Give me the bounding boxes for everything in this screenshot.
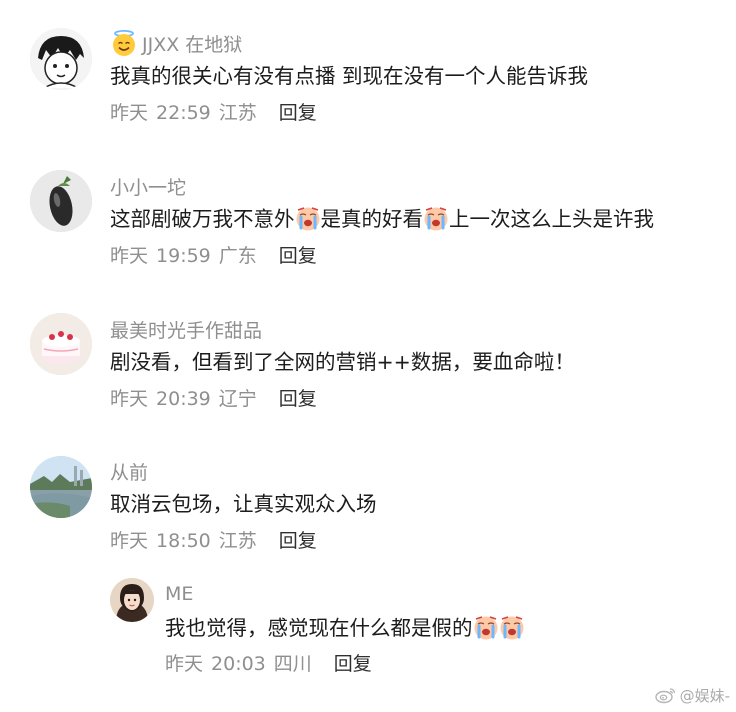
comment-time: 20:39	[156, 388, 211, 410]
loudly-crying-face-icon	[499, 615, 525, 641]
comment-meta: 昨天 20:03 四川 回复	[165, 650, 372, 678]
username[interactable]: ME	[165, 583, 193, 605]
avatar[interactable]	[110, 578, 154, 622]
username[interactable]: JJXX 在地狱	[142, 30, 242, 57]
smiling-face-with-halo-icon	[110, 29, 138, 57]
username-row: 小小一坨	[110, 172, 186, 200]
comment-meta: 昨天 19:59 广东 回复	[110, 242, 317, 270]
comment-date: 昨天	[110, 388, 149, 410]
loudly-crying-face-icon	[295, 206, 321, 232]
reply-button[interactable]: 回复	[334, 650, 372, 678]
comment-time: 19:59	[156, 245, 211, 267]
comment-date: 昨天	[110, 530, 149, 552]
comment-text-part: 我也觉得，感觉现在什么都是假的	[165, 616, 473, 640]
username[interactable]: 从前	[110, 458, 148, 485]
comment-meta: 昨天 22:59 江苏 回复	[110, 99, 317, 127]
watermark: @娱妹-	[654, 682, 730, 708]
comment-meta: 昨天 20:39 辽宁 回复	[110, 385, 317, 413]
avatar[interactable]	[30, 456, 92, 518]
username[interactable]: 小小一坨	[110, 173, 186, 200]
comment-location: 四川	[273, 653, 312, 675]
comment-text: 我真的很关心有没有点播 到现在没有一个人能告诉我	[110, 64, 589, 88]
comment-time: 18:50	[156, 530, 211, 552]
comment-date: 昨天	[165, 653, 204, 675]
loudly-crying-face-icon	[473, 615, 499, 641]
username-row: ME	[165, 580, 193, 608]
comment-location: 江苏	[218, 530, 257, 552]
comment-location: 广东	[218, 245, 257, 267]
comment-text: 这部剧破万我不意外 是真的好看 上一次这么上头是许我	[110, 204, 654, 234]
username-row: 从前	[110, 457, 148, 485]
reply-button[interactable]: 回复	[279, 99, 317, 127]
watermark-text: @娱妹-	[679, 686, 730, 705]
comment-location: 江苏	[218, 102, 257, 124]
comment-meta: 昨天 18:50 江苏 回复	[110, 527, 317, 555]
comment-date: 昨天	[110, 102, 149, 124]
reply-button[interactable]: 回复	[279, 242, 317, 270]
loudly-crying-face-icon	[423, 206, 449, 232]
reply-button[interactable]: 回复	[279, 527, 317, 555]
reply-button[interactable]: 回复	[279, 385, 317, 413]
avatar[interactable]	[30, 28, 92, 90]
avatar[interactable]	[30, 313, 92, 375]
comment-text: 我也觉得，感觉现在什么都是假的	[165, 613, 525, 643]
comment-text: 剧没看，但看到了全网的营销++数据，要血命啦！	[110, 350, 575, 374]
comment-text-part: 这部剧破万我不意外	[110, 207, 295, 231]
comment-text-part: 是真的好看	[320, 207, 424, 231]
weibo-logo-icon	[654, 686, 677, 704]
avatar[interactable]	[30, 170, 92, 232]
comment-location: 辽宁	[218, 388, 257, 410]
username-row: 最美时光手作甜品	[110, 315, 262, 343]
comment-time: 22:59	[156, 102, 211, 124]
username[interactable]: 最美时光手作甜品	[110, 316, 262, 343]
username-row: JJXX 在地狱	[110, 29, 242, 57]
comment-text: 取消云包场，让真实观众入场	[110, 492, 377, 516]
comment-date: 昨天	[110, 245, 149, 267]
comment-text-part: 上一次这么上头是许我	[449, 207, 654, 231]
comment-time: 20:03	[211, 653, 266, 675]
